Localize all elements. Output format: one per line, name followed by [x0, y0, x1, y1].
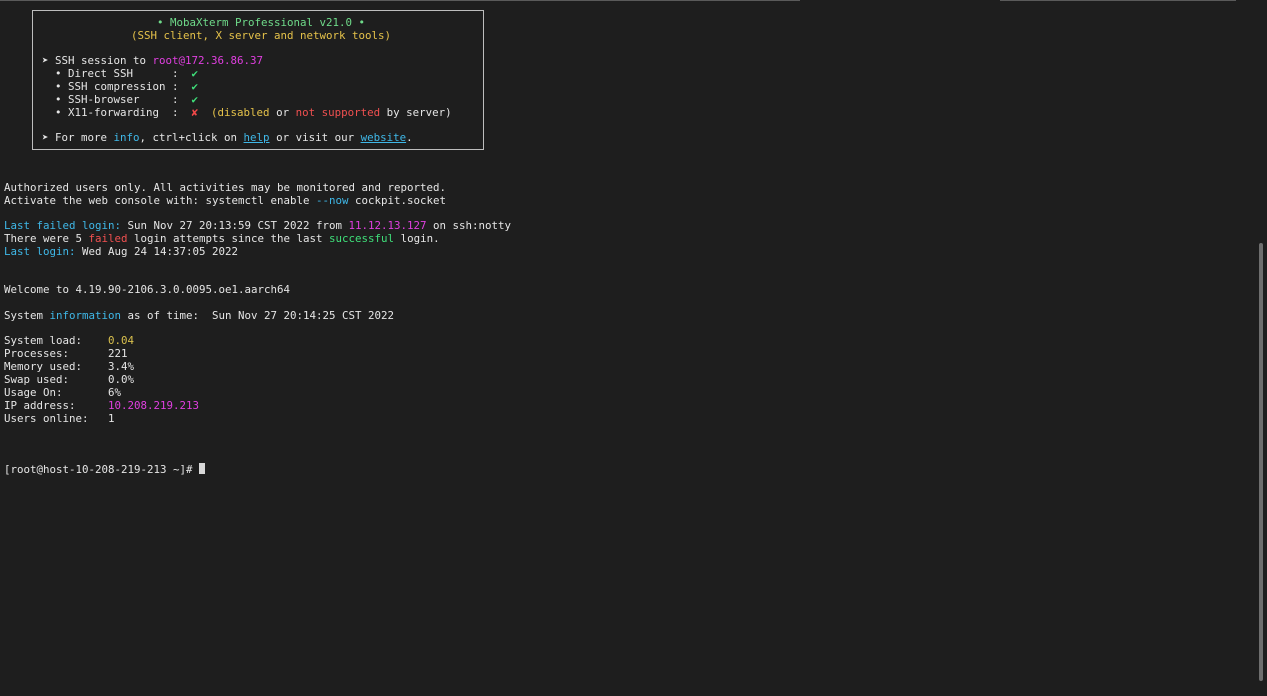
shell-prompt: [root@host-10-208-219-213 ~]# — [4, 463, 200, 476]
vertical-scrollbar[interactable] — [1256, 0, 1267, 696]
last-login-line: Last login: Wed Aug 24 14:37:05 2022 — [4, 245, 239, 259]
x11-disabled: disabled — [217, 106, 270, 119]
activate-pre: Activate the web console with: systemctl… — [4, 194, 317, 207]
attempts-post: login. — [394, 232, 440, 245]
activate-flag: --now — [316, 194, 349, 207]
last-failed-tty: on ssh:notty — [426, 219, 512, 232]
x11-forwarding-label: • X11-forwarding : — [42, 106, 192, 119]
sysinfo-word: information — [49, 309, 122, 322]
check-icon: ✔ — [191, 67, 199, 80]
attempts-mid: login attempts since the last — [127, 232, 330, 245]
more-end: . — [406, 131, 413, 144]
mobaxterm-banner: • MobaXterm Professional v21.0 • (SSH cl… — [32, 10, 484, 150]
sysinfo-pre: System — [4, 309, 50, 322]
swap-used-label: Swap used: — [4, 373, 109, 386]
activate-post: cockpit.socket — [348, 194, 447, 207]
system-info-header: System information as of time: Sun Nov 2… — [4, 309, 395, 323]
last-failed-label: Last failed login: — [4, 219, 122, 232]
x11-not-supported: not supported — [295, 106, 381, 119]
top-divider — [0, 0, 800, 1]
x11-or: or — [269, 106, 296, 119]
ssh-compression-label: • SSH compression : — [42, 80, 192, 93]
ssh-session-target: root@172.36.86.37 — [152, 54, 264, 67]
last-failed-ip: 11.12.13.127 — [348, 219, 427, 232]
web-console-line: Activate the web console with: systemctl… — [4, 194, 447, 208]
text-cursor — [199, 463, 206, 474]
memory-used-value: 3.4% — [108, 360, 135, 373]
swap-used-value: 0.0% — [108, 373, 135, 386]
help-link[interactable]: help — [244, 131, 270, 144]
info-word: info — [113, 131, 140, 144]
welcome-line: Welcome to 4.19.90-2106.3.0.0095.oe1.aar… — [4, 283, 291, 296]
x11-forwarding-row: • X11-forwarding : ✘ (disabled or not su… — [42, 106, 452, 120]
users-online-value: 1 — [108, 412, 115, 425]
more-mid: , ctrl+click on — [139, 131, 244, 144]
direct-ssh-label: • Direct SSH : — [42, 67, 192, 80]
check-icon: ✔ — [191, 93, 199, 106]
attempts-failed: failed — [88, 232, 128, 245]
more-info-line: ➤ For more info, ctrl+click on help or v… — [42, 131, 413, 145]
ssh-session-prefix: ➤ SSH session to — [42, 54, 153, 67]
ip-address-label: IP address: — [4, 399, 109, 412]
sysinfo-post: as of time: Sun Nov 27 20:14:25 CST 2022 — [121, 309, 395, 322]
memory-used-label: Memory used: — [4, 360, 109, 373]
system-load-value: 0.04 — [108, 334, 135, 347]
x11-by-server: by server) — [380, 106, 452, 119]
top-divider-right — [1000, 0, 1236, 1]
check-icon: ✔ — [191, 80, 199, 93]
attempts-pre: There were 5 — [4, 232, 89, 245]
last-failed-time: Sun Nov 27 20:13:59 CST 2022 from — [121, 219, 349, 232]
more-or: or visit our — [269, 131, 361, 144]
shell-prompt-line[interactable]: [root@host-10-208-219-213 ~]# — [4, 463, 206, 476]
scrollbar-thumb[interactable] — [1259, 243, 1263, 681]
more-prefix: ➤ For more — [42, 131, 114, 144]
banner-subtitle: (SSH client, X server and network tools) — [131, 29, 392, 42]
processes-value: 221 — [108, 347, 128, 360]
ssh-browser-label: • SSH-browser : — [42, 93, 192, 106]
processes-label: Processes: — [4, 347, 109, 360]
terminal-window[interactable]: • MobaXterm Professional v21.0 • (SSH cl… — [0, 0, 1267, 696]
usage-on-value: 6% — [108, 386, 122, 399]
attempts-successful: successful — [329, 232, 395, 245]
system-load-label: System load: — [4, 334, 109, 347]
last-login-time: Wed Aug 24 14:37:05 2022 — [75, 245, 239, 258]
x11-note-open: ( — [198, 106, 218, 119]
users-online-row: Users online: 1 — [4, 412, 115, 426]
users-online-label: Users online: — [4, 412, 109, 425]
website-link[interactable]: website — [361, 131, 407, 144]
last-login-label: Last login: — [4, 245, 76, 258]
ip-address-value: 10.208.219.213 — [108, 399, 200, 412]
usage-on-label: Usage On: — [4, 386, 109, 399]
